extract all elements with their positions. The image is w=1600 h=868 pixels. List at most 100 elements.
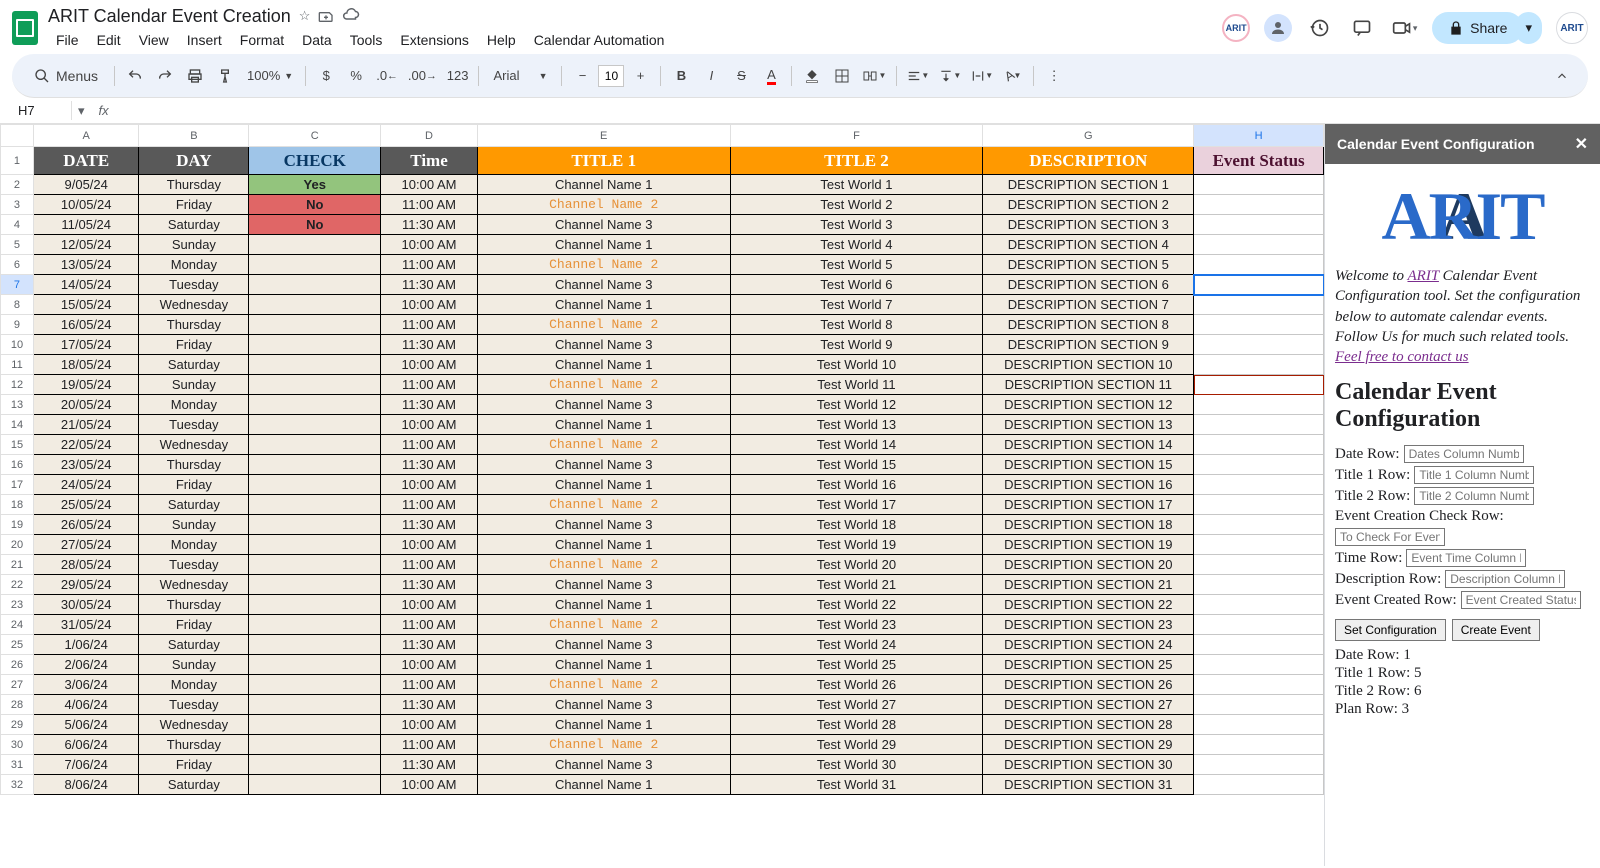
- cell-D25[interactable]: 11:30 AM: [381, 635, 478, 655]
- menu-data[interactable]: Data: [294, 29, 340, 51]
- cell-F11[interactable]: Test World 10: [730, 355, 983, 375]
- cell-D21[interactable]: 11:00 AM: [381, 555, 478, 575]
- cell-H24[interactable]: [1194, 615, 1324, 635]
- cell-G23[interactable]: DESCRIPTION SECTION 22: [983, 595, 1194, 615]
- cell-H25[interactable]: [1194, 635, 1324, 655]
- row-num-6[interactable]: 6: [1, 255, 34, 275]
- cell-C30[interactable]: [249, 735, 381, 755]
- cell-D28[interactable]: 11:30 AM: [381, 695, 478, 715]
- cell-G26[interactable]: DESCRIPTION SECTION 25: [983, 655, 1194, 675]
- cell-E30[interactable]: Channel Name 2: [477, 735, 730, 755]
- cell-D27[interactable]: 11:00 AM: [381, 675, 478, 695]
- cell-B26[interactable]: Sunday: [139, 655, 249, 675]
- cell-A23[interactable]: 30/05/24: [33, 595, 138, 615]
- font-select[interactable]: Arial ▼: [485, 62, 555, 90]
- cell-H29[interactable]: [1194, 715, 1324, 735]
- cell-E17[interactable]: Channel Name 1: [477, 475, 730, 495]
- cell-B11[interactable]: Saturday: [139, 355, 249, 375]
- cell-H18[interactable]: [1194, 495, 1324, 515]
- header-g[interactable]: DESCRIPTION: [983, 147, 1194, 175]
- cell-G28[interactable]: DESCRIPTION SECTION 27: [983, 695, 1194, 715]
- cell-F22[interactable]: Test World 21: [730, 575, 983, 595]
- create-event-button[interactable]: Create Event: [1452, 619, 1540, 641]
- menu-extensions[interactable]: Extensions: [392, 29, 476, 51]
- row-num-14[interactable]: 14: [1, 415, 34, 435]
- header-d[interactable]: Time: [381, 147, 478, 175]
- cell-C10[interactable]: [249, 335, 381, 355]
- cell-E12[interactable]: Channel Name 2: [477, 375, 730, 395]
- cell-C11[interactable]: [249, 355, 381, 375]
- cell-H26[interactable]: [1194, 655, 1324, 675]
- valign-button[interactable]: ▼: [935, 62, 965, 90]
- row-num-21[interactable]: 21: [1, 555, 34, 575]
- cell-C6[interactable]: [249, 255, 381, 275]
- increase-font-button[interactable]: +: [626, 62, 654, 90]
- print-button[interactable]: [181, 62, 209, 90]
- cell-E3[interactable]: Channel Name 2: [477, 195, 730, 215]
- star-icon[interactable]: ☆: [299, 8, 311, 24]
- account-avatar[interactable]: ARIT: [1556, 12, 1588, 44]
- cell-C20[interactable]: [249, 535, 381, 555]
- header-c[interactable]: CHECK: [249, 147, 381, 175]
- cell-G21[interactable]: DESCRIPTION SECTION 20: [983, 555, 1194, 575]
- cell-C17[interactable]: [249, 475, 381, 495]
- cell-A8[interactable]: 15/05/24: [33, 295, 138, 315]
- cell-A2[interactable]: 9/05/24: [33, 175, 138, 195]
- cell-H13[interactable]: [1194, 395, 1324, 415]
- cell-E19[interactable]: Channel Name 3: [477, 515, 730, 535]
- percent-button[interactable]: %: [342, 62, 370, 90]
- cell-D3[interactable]: 11:00 AM: [381, 195, 478, 215]
- cell-A7[interactable]: 14/05/24: [33, 275, 138, 295]
- cell-C24[interactable]: [249, 615, 381, 635]
- cell-C32[interactable]: [249, 775, 381, 795]
- cell-H16[interactable]: [1194, 455, 1324, 475]
- row-num-15[interactable]: 15: [1, 435, 34, 455]
- cell-G27[interactable]: DESCRIPTION SECTION 26: [983, 675, 1194, 695]
- cell-H27[interactable]: [1194, 675, 1324, 695]
- cell-F15[interactable]: Test World 14: [730, 435, 983, 455]
- paint-format-button[interactable]: [211, 62, 239, 90]
- cell-D9[interactable]: 11:00 AM: [381, 315, 478, 335]
- cell-D22[interactable]: 11:30 AM: [381, 575, 478, 595]
- time-row-input[interactable]: [1406, 549, 1526, 567]
- cell-E16[interactable]: Channel Name 3: [477, 455, 730, 475]
- cell-B6[interactable]: Monday: [139, 255, 249, 275]
- font-size-input[interactable]: [598, 65, 624, 87]
- cell-A32[interactable]: 8/06/24: [33, 775, 138, 795]
- cell-G11[interactable]: DESCRIPTION SECTION 10: [983, 355, 1194, 375]
- cell-G19[interactable]: DESCRIPTION SECTION 18: [983, 515, 1194, 535]
- cell-D29[interactable]: 10:00 AM: [381, 715, 478, 735]
- cell-E2[interactable]: Channel Name 1: [477, 175, 730, 195]
- cell-G22[interactable]: DESCRIPTION SECTION 21: [983, 575, 1194, 595]
- cell-F28[interactable]: Test World 27: [730, 695, 983, 715]
- row-num-31[interactable]: 31: [1, 755, 34, 775]
- row-num-32[interactable]: 32: [1, 775, 34, 795]
- cell-C26[interactable]: [249, 655, 381, 675]
- row-num-9[interactable]: 9: [1, 315, 34, 335]
- cell-E4[interactable]: Channel Name 3: [477, 215, 730, 235]
- cell-D15[interactable]: 11:00 AM: [381, 435, 478, 455]
- cell-A15[interactable]: 22/05/24: [33, 435, 138, 455]
- cell-G10[interactable]: DESCRIPTION SECTION 9: [983, 335, 1194, 355]
- cell-C27[interactable]: [249, 675, 381, 695]
- cell-C16[interactable]: [249, 455, 381, 475]
- cell-E15[interactable]: Channel Name 2: [477, 435, 730, 455]
- cell-H4[interactable]: [1194, 215, 1324, 235]
- cell-C22[interactable]: [249, 575, 381, 595]
- cell-H28[interactable]: [1194, 695, 1324, 715]
- cell-B4[interactable]: Saturday: [139, 215, 249, 235]
- cell-E18[interactable]: Channel Name 2: [477, 495, 730, 515]
- cell-A6[interactable]: 13/05/24: [33, 255, 138, 275]
- header-h[interactable]: Event Status: [1194, 147, 1324, 175]
- cell-E9[interactable]: Channel Name 2: [477, 315, 730, 335]
- cell-C7[interactable]: [249, 275, 381, 295]
- cell-E32[interactable]: Channel Name 1: [477, 775, 730, 795]
- cell-B5[interactable]: Sunday: [139, 235, 249, 255]
- cell-G32[interactable]: DESCRIPTION SECTION 31: [983, 775, 1194, 795]
- row-num-7[interactable]: 7: [1, 275, 34, 295]
- cell-ref-dropdown[interactable]: ▾: [72, 103, 91, 119]
- cell-D19[interactable]: 11:30 AM: [381, 515, 478, 535]
- cell-G31[interactable]: DESCRIPTION SECTION 30: [983, 755, 1194, 775]
- cell-F19[interactable]: Test World 18: [730, 515, 983, 535]
- doc-title[interactable]: ARIT Calendar Event Creation: [48, 6, 291, 27]
